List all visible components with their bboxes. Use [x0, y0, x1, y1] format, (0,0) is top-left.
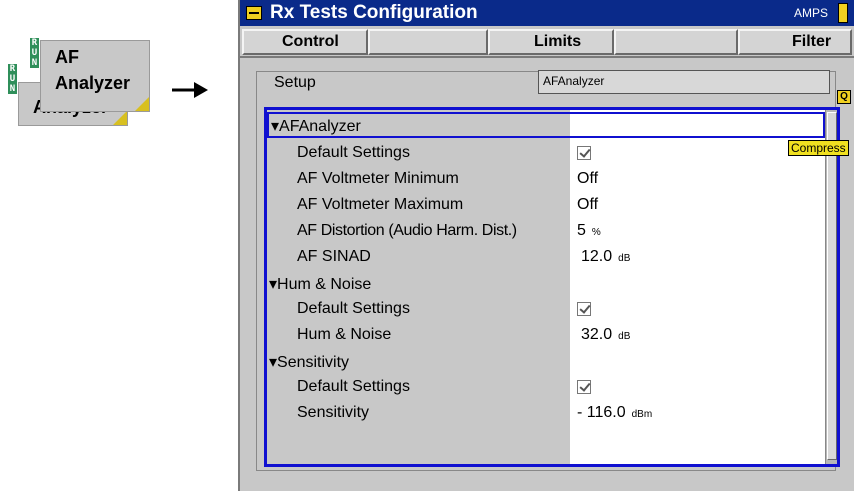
checkbox-icon[interactable]: [577, 380, 591, 394]
row-value: Off: [577, 196, 599, 213]
settings-row[interactable]: AF Voltmeter Minimum Off: [267, 168, 825, 191]
settings-row[interactable]: AF Distortion (Audio Harm. Dist.) 5%: [267, 220, 825, 243]
softkey-corner: [113, 111, 127, 125]
tab-filter[interactable]: Filter: [738, 29, 852, 55]
tab-empty-2[interactable]: [614, 29, 738, 55]
row-value: [577, 300, 591, 319]
softkey-label-line2: Analyzer: [55, 73, 131, 93]
softkey-label-line1: AF: [55, 47, 79, 67]
settings-row[interactable]: AF SINAD 12.0 dB: [267, 246, 825, 269]
scrollbar-thumb[interactable]: [827, 112, 837, 460]
row-name: AF Distortion (Audio Harm. Dist.): [297, 222, 517, 239]
run-letter: N: [31, 58, 38, 68]
run-letter: U: [31, 48, 38, 58]
settings-row[interactable]: Default Settings: [267, 298, 825, 321]
tab-label: Control: [282, 33, 339, 50]
standard-label: AMPS: [793, 6, 828, 20]
row-name-text: AFAnalyzer: [279, 118, 361, 135]
row-name: Sensitivity: [297, 404, 370, 421]
value-text: 32.0: [581, 326, 613, 343]
group-row-hum-noise[interactable]: ▾Hum & Noise: [267, 272, 825, 295]
row-name: AF SINAD: [297, 248, 371, 265]
settings-table: ▾AFAnalyzer Default Settings AF Voltmete…: [264, 107, 840, 467]
run-letter: R: [31, 38, 38, 48]
value-text: 5: [577, 222, 586, 239]
run-indicator: R U N: [8, 64, 17, 94]
setup-label: Setup: [268, 74, 322, 92]
value-unit: dB: [618, 331, 631, 342]
row-value: [577, 378, 591, 397]
run-indicator: R U N: [30, 38, 39, 68]
settings-row[interactable]: Hum & Noise 32.0 dB: [267, 324, 825, 347]
tab-bar: Control Limits Filter: [240, 26, 854, 58]
rx-tests-configuration-window: Rx Tests Configuration AMPS Control Limi…: [238, 0, 854, 491]
checkbox-icon[interactable]: [577, 302, 591, 316]
compress-label[interactable]: Compress: [788, 140, 849, 156]
row-value: 32.0 dB: [581, 326, 630, 344]
value-text: - 116.0: [577, 404, 626, 421]
minimize-icon[interactable]: [246, 6, 262, 20]
tab-limits[interactable]: Limits: [488, 29, 614, 55]
row-name-text: Hum & Noise: [277, 276, 372, 293]
run-letter: U: [9, 74, 16, 84]
run-letter: N: [9, 84, 16, 94]
tab-empty-1[interactable]: [368, 29, 488, 55]
window-title: Rx Tests Configuration: [270, 2, 478, 23]
row-value: - 116.0 dBm: [577, 404, 652, 422]
quick-icon[interactable]: Q: [837, 90, 851, 104]
setup-field[interactable]: AFAnalyzer: [538, 70, 830, 94]
row-name: Hum & Noise: [297, 326, 392, 343]
row-value: 12.0 dB: [581, 248, 630, 266]
right-arrow-icon: [172, 82, 208, 98]
row-name-text: Sensitivity: [277, 354, 350, 371]
scrollbar[interactable]: [825, 110, 837, 464]
row-name: Default Settings: [297, 378, 410, 395]
row-value: 5%: [577, 222, 601, 240]
row-value: Off: [577, 170, 599, 187]
settings-row[interactable]: Sensitivity - 116.0 dBm: [267, 402, 825, 425]
settings-row[interactable]: Default Settings: [267, 142, 825, 165]
value-text: 12.0: [581, 248, 613, 265]
tab-label: Limits: [534, 33, 582, 50]
checkbox-icon[interactable]: [577, 146, 591, 160]
row-value: [577, 144, 591, 163]
tab-control[interactable]: Control: [242, 29, 368, 55]
settings-row[interactable]: AF Voltmeter Maximum Off: [267, 194, 825, 217]
tab-label: Filter: [792, 33, 832, 50]
row-name: AF Voltmeter Maximum: [297, 196, 464, 213]
title-bar: Rx Tests Configuration AMPS: [240, 0, 854, 26]
softkey-corner: [135, 97, 149, 111]
row-name: Default Settings: [297, 300, 410, 317]
battery-icon: [838, 3, 848, 23]
value-unit: %: [591, 227, 601, 238]
row-name: AF Voltmeter Minimum: [297, 170, 459, 187]
group-row-afanalyzer[interactable]: ▾AFAnalyzer: [267, 112, 825, 138]
value-unit: dBm: [631, 409, 653, 420]
row-name: ▾AFAnalyzer: [271, 118, 361, 135]
af-analyzer-softkey[interactable]: AF Analyzer: [40, 40, 150, 112]
settings-row[interactable]: Default Settings: [267, 376, 825, 399]
group-row-sensitivity[interactable]: ▾Sensitivity: [267, 350, 825, 373]
row-name: ▾Hum & Noise: [269, 276, 372, 293]
run-letter: R: [9, 64, 16, 74]
row-name: Default Settings: [297, 144, 410, 161]
value-unit: dB: [618, 253, 631, 264]
row-name: ▾Sensitivity: [269, 354, 350, 371]
